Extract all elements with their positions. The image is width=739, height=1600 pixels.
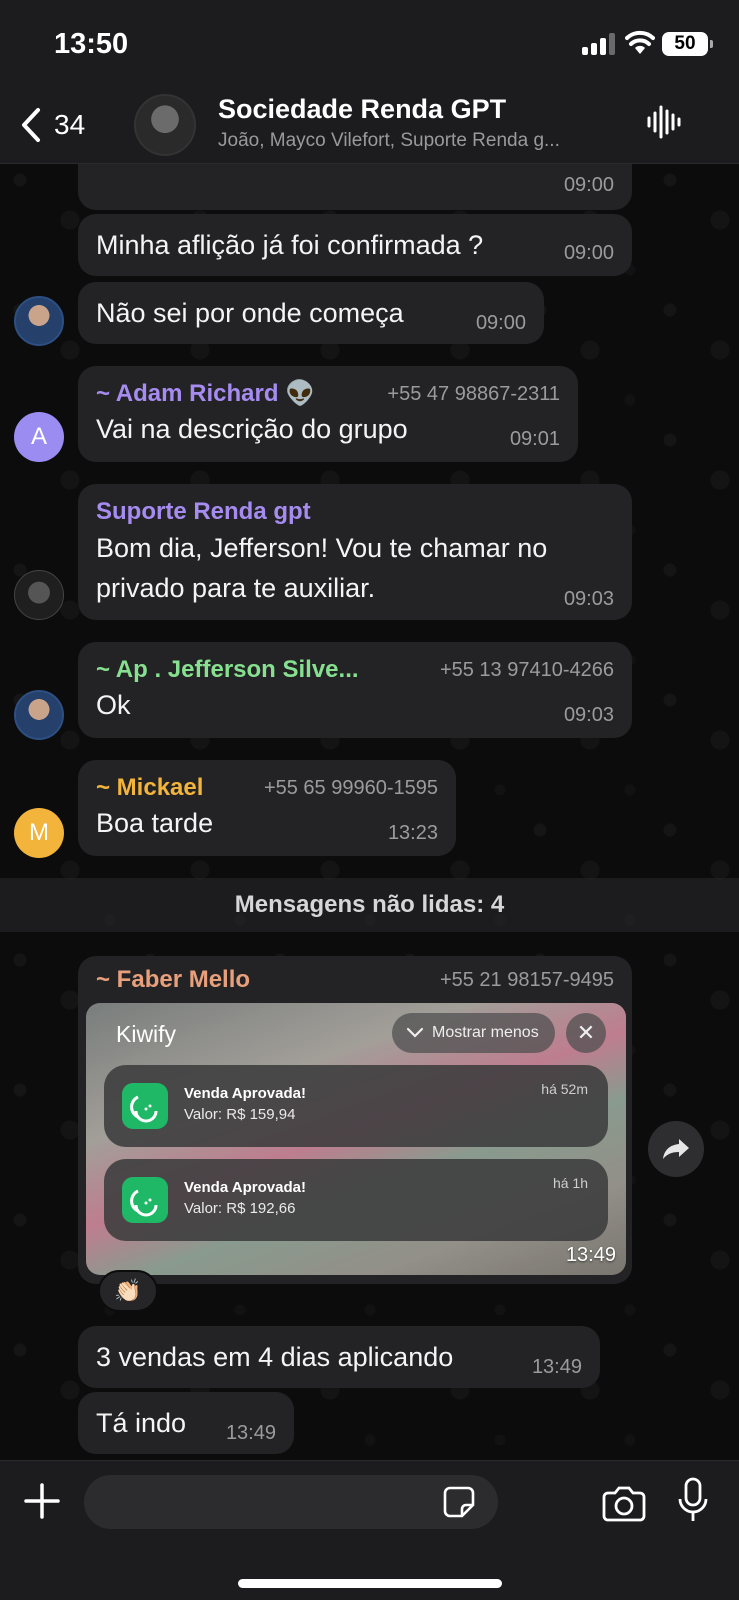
voice-chat-icon[interactable] <box>646 104 682 140</box>
sale-notification: Venda Aprovada! Valor: R$ 159,94 há 52m <box>104 1065 608 1147</box>
message-input[interactable] <box>84 1475 498 1529</box>
sender-name[interactable]: Suporte Renda gpt <box>96 496 614 528</box>
notification-time: há 52m <box>541 1081 588 1097</box>
group-members[interactable]: João, Mayco Vilefort, Suporte Renda g... <box>218 130 628 152</box>
message-text: Minha aflição já foi confirmada ? <box>96 230 484 260</box>
battery-indicator: 50 <box>662 32 713 56</box>
message-bubble[interactable]: Tá indo 13:49 <box>78 1392 294 1454</box>
message-time: 09:03 <box>563 704 614 726</box>
back-button[interactable]: 34 <box>18 102 85 148</box>
notification-title: Venda Aprovada! <box>184 1085 306 1102</box>
kiwify-app-icon <box>122 1083 168 1129</box>
message-text: Vai na descrição do grupo <box>96 414 408 444</box>
chat-header: 34 Sociedade Renda GPT João, Mayco Vilef… <box>0 88 739 164</box>
message-bubble[interactable]: ~ Ap . Jefferson Silve... +55 13 97410-4… <box>78 642 632 738</box>
sender-avatar[interactable]: M <box>14 808 64 858</box>
message-text: Boa tarde <box>96 808 214 838</box>
home-indicator <box>238 1579 502 1588</box>
message-bubble[interactable]: 3 vendas em 4 dias aplicando 13:49 <box>78 1326 600 1388</box>
message-time: 09:03 <box>563 588 614 610</box>
chevron-down-icon <box>406 1027 424 1038</box>
message-time: 13:49 <box>225 1422 276 1444</box>
cellular-signal-icon <box>582 33 618 55</box>
sender-phone[interactable]: +55 65 99960-1595 <box>264 772 438 804</box>
message-bubble[interactable]: Não sei por onde começa 09:00 <box>78 282 544 344</box>
notification-title: Venda Aprovada! <box>184 1179 306 1196</box>
message-text: Não sei por onde começa <box>96 298 404 328</box>
message-time: 13:23 <box>387 822 438 844</box>
message-time: 09:00 <box>475 312 526 334</box>
sender-phone[interactable]: +55 21 98157-9495 <box>440 964 614 996</box>
chevron-left-icon <box>22 108 40 142</box>
message-time: 13:49 <box>531 1356 582 1378</box>
message-text: 3 vendas em 4 dias aplicando <box>96 1342 454 1372</box>
message-time: 13:49 <box>565 1244 616 1266</box>
message-bubble[interactable]: Suporte Renda gpt Bom dia, Jefferson! Vo… <box>78 484 632 620</box>
reaction-badge[interactable]: 👏🏻 <box>98 1270 158 1312</box>
image-attachment[interactable]: Kiwify Mostrar menos ✕ Venda Aprovada! V… <box>86 1003 626 1275</box>
message-bubble[interactable]: Minha aflição já foi confirmada ? 09:00 <box>78 214 632 276</box>
close-icon: ✕ <box>566 1013 606 1053</box>
message-time: 09:00 <box>563 174 614 196</box>
sender-avatar[interactable] <box>14 296 64 346</box>
message-text: Ok <box>96 690 131 720</box>
microphone-icon[interactable] <box>676 1477 710 1525</box>
sender-avatar[interactable]: A <box>14 412 64 462</box>
sender-phone[interactable]: +55 47 98867-2311 <box>387 378 560 410</box>
notification-time: há 1h <box>552 1175 588 1191</box>
unread-chats-count: 34 <box>54 109 86 140</box>
message-text: Bom dia, Jefferson! Vou te chamar no pri… <box>96 533 548 603</box>
message-bubble[interactable]: 09:00 <box>78 164 632 210</box>
sticker-icon[interactable] <box>442 1485 476 1519</box>
message-bubble[interactable]: ~ Adam Richard 👽 +55 47 98867-2311 Vai n… <box>78 366 578 462</box>
sender-avatar[interactable] <box>14 570 64 620</box>
wifi-icon <box>625 30 655 54</box>
message-time: 09:00 <box>563 242 614 264</box>
message-input-bar <box>0 1460 739 1600</box>
forward-icon <box>663 1139 689 1159</box>
camera-icon[interactable] <box>602 1483 646 1523</box>
notification-value: Valor: R$ 192,66 <box>184 1200 296 1217</box>
plus-icon[interactable] <box>22 1481 62 1521</box>
notification-value: Valor: R$ 159,94 <box>184 1106 296 1123</box>
forward-button[interactable] <box>648 1121 704 1177</box>
unread-messages-divider: Mensagens não lidas: 4 <box>0 878 739 932</box>
sender-avatar[interactable] <box>14 690 64 740</box>
show-less-pill: Mostrar menos <box>392 1013 555 1053</box>
message-bubble[interactable]: ~ Mickael +55 65 99960-1595 Boa tarde 13… <box>78 760 456 856</box>
status-bar: 13:50 50 <box>0 0 739 88</box>
notification-app-label: Kiwify <box>116 1021 177 1047</box>
kiwify-app-icon <box>122 1177 168 1223</box>
sender-phone[interactable]: +55 13 97410-4266 <box>440 654 614 686</box>
show-less-label: Mostrar menos <box>432 1024 539 1041</box>
message-time: 09:01 <box>509 428 560 450</box>
group-avatar[interactable] <box>134 94 196 156</box>
status-time: 13:50 <box>54 28 129 60</box>
group-title[interactable]: Sociedade Renda GPT <box>218 94 506 125</box>
sale-notification: Venda Aprovada! Valor: R$ 192,66 há 1h <box>104 1159 608 1241</box>
